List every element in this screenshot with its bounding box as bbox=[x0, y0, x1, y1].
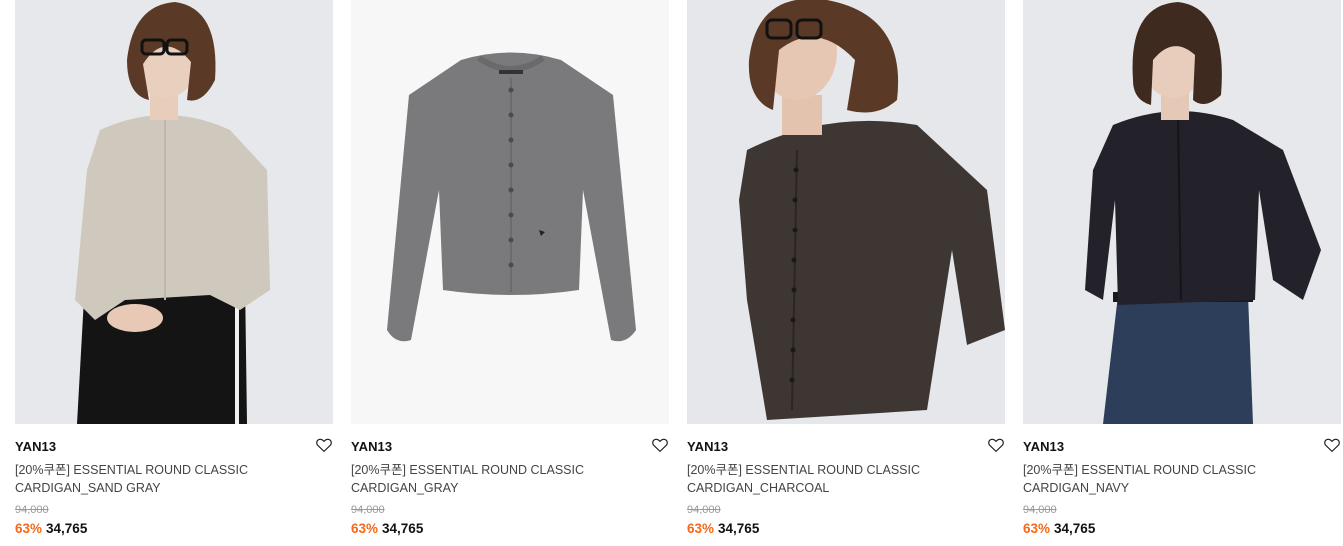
product-title-line-1: [20%쿠폰] ESSENTIAL ROUND CLASSIC bbox=[687, 463, 921, 477]
product-title-line-2: CARDIGAN_CHARCOAL bbox=[687, 481, 830, 495]
brand-name[interactable]: YAN13 bbox=[687, 439, 728, 454]
heart-outline-icon[interactable] bbox=[1323, 436, 1341, 454]
product-card[interactable]: YAN13 [20%쿠폰] ESSENTIAL ROUND CLASSIC CA… bbox=[15, 0, 333, 546]
product-photo-charcoal bbox=[687, 0, 1005, 424]
product-title-line-2: CARDIGAN_SAND GRAY bbox=[15, 481, 161, 495]
brand-name[interactable]: YAN13 bbox=[351, 439, 392, 454]
product-title[interactable]: [20%쿠폰] ESSENTIAL ROUND CLASSIC CARDIGAN… bbox=[351, 461, 651, 497]
price-row: 63% 34,765 bbox=[15, 520, 333, 538]
original-price: 94,000 bbox=[15, 504, 49, 516]
price-row: 63% 34,765 bbox=[1023, 520, 1341, 538]
product-photo-navy bbox=[1023, 0, 1341, 424]
sale-price: 34,765 bbox=[46, 521, 88, 536]
product-photo-gray bbox=[351, 0, 669, 424]
heart-outline-icon[interactable] bbox=[651, 436, 669, 454]
discount-rate: 63% bbox=[15, 521, 43, 536]
heart-outline-icon[interactable] bbox=[987, 436, 1005, 454]
product-image[interactable] bbox=[15, 0, 333, 424]
product-title-line-2: CARDIGAN_GRAY bbox=[351, 481, 459, 495]
brand-row: YAN13 bbox=[687, 438, 1005, 460]
heart-outline-icon[interactable] bbox=[315, 436, 333, 454]
product-photo-sand-gray bbox=[15, 0, 333, 424]
product-title-line-2: CARDIGAN_NAVY bbox=[1023, 481, 1130, 495]
discount-rate: 63% bbox=[1023, 521, 1051, 536]
original-price: 94,000 bbox=[687, 504, 721, 516]
product-title-line-1: [20%쿠폰] ESSENTIAL ROUND CLASSIC bbox=[1023, 463, 1257, 477]
product-image[interactable] bbox=[1023, 0, 1341, 424]
price-row: 63% 34,765 bbox=[351, 520, 669, 538]
product-image[interactable] bbox=[351, 0, 669, 424]
sale-price: 34,765 bbox=[1054, 521, 1096, 536]
brand-row: YAN13 bbox=[1023, 438, 1341, 460]
brand-name[interactable]: YAN13 bbox=[1023, 439, 1064, 454]
product-title[interactable]: [20%쿠폰] ESSENTIAL ROUND CLASSIC CARDIGAN… bbox=[15, 461, 315, 497]
product-card[interactable]: YAN13 [20%쿠폰] ESSENTIAL ROUND CLASSIC CA… bbox=[351, 0, 669, 546]
original-price: 94,000 bbox=[351, 504, 385, 516]
product-title-line-1: [20%쿠폰] ESSENTIAL ROUND CLASSIC bbox=[15, 463, 249, 477]
product-card[interactable]: YAN13 [20%쿠폰] ESSENTIAL ROUND CLASSIC CA… bbox=[1023, 0, 1341, 546]
price-row: 63% 34,765 bbox=[687, 520, 1005, 538]
sale-price: 34,765 bbox=[382, 521, 424, 536]
product-title[interactable]: [20%쿠폰] ESSENTIAL ROUND CLASSIC CARDIGAN… bbox=[687, 461, 987, 497]
discount-rate: 63% bbox=[351, 521, 379, 536]
product-grid: YAN13 [20%쿠폰] ESSENTIAL ROUND CLASSIC CA… bbox=[0, 0, 1343, 546]
product-image[interactable] bbox=[687, 0, 1005, 424]
discount-rate: 63% bbox=[687, 521, 715, 536]
product-title-line-1: [20%쿠폰] ESSENTIAL ROUND CLASSIC bbox=[351, 463, 585, 477]
brand-row: YAN13 bbox=[351, 438, 669, 460]
sale-price: 34,765 bbox=[718, 521, 760, 536]
brand-name[interactable]: YAN13 bbox=[15, 439, 56, 454]
original-price: 94,000 bbox=[1023, 504, 1057, 516]
product-title[interactable]: [20%쿠폰] ESSENTIAL ROUND CLASSIC CARDIGAN… bbox=[1023, 461, 1323, 497]
brand-row: YAN13 bbox=[15, 438, 333, 460]
product-card[interactable]: YAN13 [20%쿠폰] ESSENTIAL ROUND CLASSIC CA… bbox=[687, 0, 1005, 546]
